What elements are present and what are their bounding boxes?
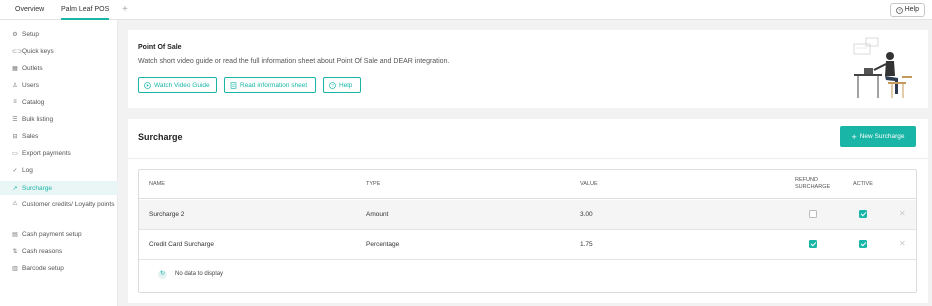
sidebar-item-label: Quick keys bbox=[22, 47, 54, 55]
svg-text:?: ? bbox=[331, 83, 334, 88]
list-icon: ≡ bbox=[13, 99, 17, 105]
table-header: NAME TYPE VALUE REFUND SURCHARGE ACTIVE bbox=[139, 170, 916, 199]
sidebar-item-label: Cash reasons bbox=[22, 247, 63, 255]
surcharge-card: Surcharge + New Surcharge NAME TYPE VALU… bbox=[128, 119, 928, 303]
column-header-active[interactable]: ACTIVE bbox=[853, 181, 873, 188]
surcharge-title: Surcharge bbox=[138, 132, 183, 142]
cell-type: Percentage bbox=[366, 241, 400, 248]
sidebar-item-outlets[interactable]: ▦ Outlets bbox=[0, 62, 118, 74]
sidebar-item-label: Bulk listing bbox=[22, 115, 54, 123]
link-icon: ⊂⊃ bbox=[12, 48, 23, 55]
sidebar-item-surcharge[interactable]: ↗ Surcharge bbox=[0, 181, 118, 195]
plus-icon: + bbox=[851, 131, 857, 142]
sidebar-item-label: Catalog bbox=[22, 98, 45, 106]
delete-icon[interactable]: ✕ bbox=[899, 239, 906, 248]
new-surcharge-label: New Surcharge bbox=[859, 133, 905, 140]
top-bar: Overview Palm Leaf POS + ? Help bbox=[0, 0, 932, 20]
users-icon: ♙ bbox=[12, 82, 18, 89]
tab-overview[interactable]: Overview bbox=[15, 0, 44, 20]
refresh-icon[interactable]: ↻ bbox=[158, 269, 167, 279]
help-button[interactable]: ? Help bbox=[889, 3, 925, 17]
sidebar-item-bulk-listing[interactable]: ☰ Bulk listing bbox=[0, 113, 118, 125]
sales-icon: ⊟ bbox=[12, 133, 18, 140]
no-data-row: ↻ No data to display bbox=[139, 259, 916, 289]
table-row[interactable]: Credit Card Surcharge Percentage 1.75 ✕ bbox=[139, 230, 916, 260]
sidebar-item-catalog[interactable]: ≡ Catalog bbox=[0, 96, 118, 108]
bulk-icon: ☰ bbox=[12, 116, 18, 123]
pos-info-card: Point Of Sale Watch short video guide or… bbox=[128, 30, 928, 108]
sidebar-item-label: Cash payment setup bbox=[22, 230, 82, 238]
pos-help-label: Help bbox=[339, 81, 353, 89]
sidebar-item-label: Export payments bbox=[22, 149, 71, 157]
tab-palm-leaf-pos[interactable]: Palm Leaf POS bbox=[61, 0, 110, 20]
cash-icon: ▤ bbox=[12, 231, 18, 238]
active-checkbox[interactable] bbox=[859, 210, 867, 218]
sidebar-item-label: Customer credits/ Loyalty points bbox=[22, 201, 115, 208]
active-checkbox[interactable] bbox=[859, 240, 867, 248]
loyalty-icon: ⚠ bbox=[12, 201, 18, 207]
watch-video-guide-label: Watch Video Guide bbox=[154, 81, 210, 89]
refund-surcharge-checkbox[interactable] bbox=[809, 210, 817, 218]
delete-icon[interactable]: ✕ bbox=[899, 209, 906, 218]
sidebar-item-label: Sales bbox=[22, 132, 39, 140]
sidebar-item-label: Users bbox=[22, 81, 39, 89]
sidebar-item-label: Setup bbox=[22, 30, 39, 38]
column-header-refund-surcharge[interactable]: REFUND SURCHARGE bbox=[795, 177, 835, 191]
column-header-type[interactable]: TYPE bbox=[366, 181, 380, 188]
cell-value: 3.00 bbox=[580, 211, 593, 218]
read-information-sheet-label: Read information sheet bbox=[240, 81, 308, 89]
sidebar-item-cash-reasons[interactable]: ⇅ Cash reasons bbox=[0, 245, 118, 257]
table-row[interactable]: Surcharge 2 Amount 3.00 ✕ bbox=[139, 200, 916, 230]
gear-icon: ⚙ bbox=[12, 31, 18, 38]
help-button-label: Help bbox=[904, 6, 919, 13]
sidebar-item-export-payments[interactable]: ▭ Export payments bbox=[0, 147, 118, 159]
sidebar: ⚙ Setup ⊂⊃ Quick keys ▦ Outlets ♙ Users ≡ Cat… bbox=[0, 20, 118, 306]
cell-name: Credit Card Surcharge bbox=[149, 241, 215, 248]
sidebar-item-label: Log bbox=[22, 166, 33, 174]
pos-card-description: Watch short video guide or read the full… bbox=[138, 58, 450, 65]
check-icon: ✓ bbox=[12, 167, 18, 174]
divider bbox=[128, 158, 928, 159]
cell-value: 1.75 bbox=[580, 241, 593, 248]
export-icon: ▭ bbox=[12, 150, 18, 157]
sidebar-item-log[interactable]: ✓ Log bbox=[0, 164, 118, 176]
pos-help-button[interactable]: ? Help bbox=[323, 77, 361, 93]
refund-surcharge-checkbox[interactable] bbox=[809, 240, 817, 248]
sidebar-item-quick-keys[interactable]: ⊂⊃ Quick keys bbox=[0, 45, 118, 57]
sidebar-item-barcode-setup[interactable]: ▥ Barcode setup bbox=[0, 262, 118, 274]
sidebar-item-users[interactable]: ♙ Users bbox=[0, 79, 118, 91]
sidebar-item-customer-credits[interactable]: ⚠ Customer credits/ Loyalty points bbox=[0, 200, 118, 222]
barcode-icon: ▥ bbox=[12, 265, 18, 272]
grid-icon: ▦ bbox=[12, 65, 18, 72]
trend-icon: ↗ bbox=[12, 185, 18, 192]
column-header-name[interactable]: NAME bbox=[149, 181, 165, 188]
pos-card-title: Point Of Sale bbox=[138, 44, 182, 51]
surcharge-table: NAME TYPE VALUE REFUND SURCHARGE ACTIVE … bbox=[138, 169, 917, 293]
help-circle-icon: ? bbox=[895, 6, 903, 14]
cell-type: Amount bbox=[366, 211, 389, 218]
sidebar-item-sales[interactable]: ⊟ Sales bbox=[0, 130, 118, 142]
add-tab-button[interactable]: + bbox=[122, 0, 128, 20]
column-header-value[interactable]: VALUE bbox=[580, 181, 598, 188]
reasons-icon: ⇅ bbox=[12, 248, 18, 255]
help-circle-icon: ? bbox=[329, 81, 336, 89]
new-surcharge-button[interactable]: + New Surcharge bbox=[840, 126, 916, 147]
sidebar-item-label: Outlets bbox=[22, 64, 43, 72]
svg-text:?: ? bbox=[898, 8, 901, 13]
cell-name: Surcharge 2 bbox=[149, 211, 185, 218]
sidebar-item-cash-payment-setup[interactable]: ▤ Cash payment setup bbox=[0, 228, 118, 240]
play-circle-icon bbox=[144, 81, 151, 89]
sidebar-item-label: Barcode setup bbox=[22, 264, 64, 272]
watch-video-guide-button[interactable]: Watch Video Guide bbox=[138, 77, 217, 93]
person-at-desk-illustration bbox=[853, 37, 912, 98]
document-icon bbox=[230, 81, 237, 89]
read-information-sheet-button[interactable]: Read information sheet bbox=[224, 77, 316, 93]
sidebar-item-label: Surcharge bbox=[22, 184, 52, 192]
no-data-label: No data to display bbox=[175, 271, 224, 277]
sidebar-item-setup[interactable]: ⚙ Setup bbox=[0, 28, 118, 40]
